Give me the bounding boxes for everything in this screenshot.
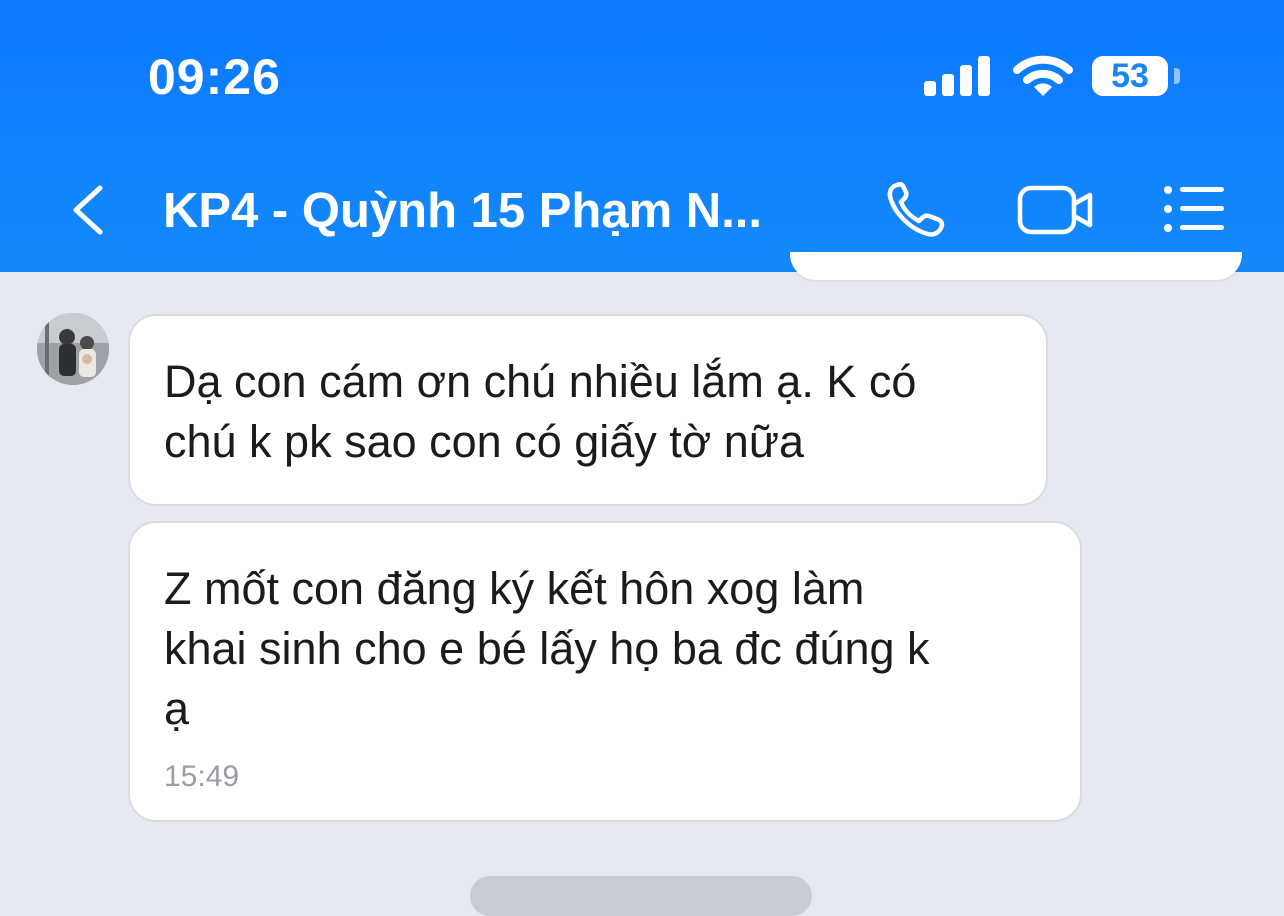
previous-message-bubble [790,252,1242,280]
message-text-line: Dạ con cám ơn chú nhiều lắm ạ. K có [164,356,917,407]
message-bubble[interactable]: Dạ con cám ơn chú nhiều lắm ạ. K có chú … [128,314,1048,506]
message-bubble[interactable]: Z mốt con đăng ký kết hôn xog làm khai s… [128,521,1082,822]
menu-icon[interactable] [1162,184,1226,234]
chat-title[interactable]: KP4 - Quỳnh 15 Phạm N... [163,182,823,240]
signal-icon [924,56,994,96]
message-text-line: ạ [164,683,190,734]
wifi-icon [1013,55,1073,96]
status-time: 09:26 [148,49,281,105]
video-call-icon[interactable] [1016,184,1096,236]
battery-tip [1174,68,1180,84]
avatar[interactable] [37,313,109,385]
message-timestamp: 15:49 [164,760,240,793]
chat-header: 09:26 53 KP4 - Quỳnh 15 Phạm N... [0,0,1284,272]
battery-icon: 53 [1092,56,1168,96]
scroll-pill[interactable] [470,876,812,916]
phone-icon[interactable] [884,180,950,240]
message-text-line: chú k pk sao con có giấy tờ nữa [164,416,804,467]
message-text-line: khai sinh cho e bé lấy họ ba đc đúng k [164,623,930,674]
message-text-line: Z mốt con đăng ký kết hôn xog làm [164,563,865,614]
back-icon[interactable] [66,184,110,236]
